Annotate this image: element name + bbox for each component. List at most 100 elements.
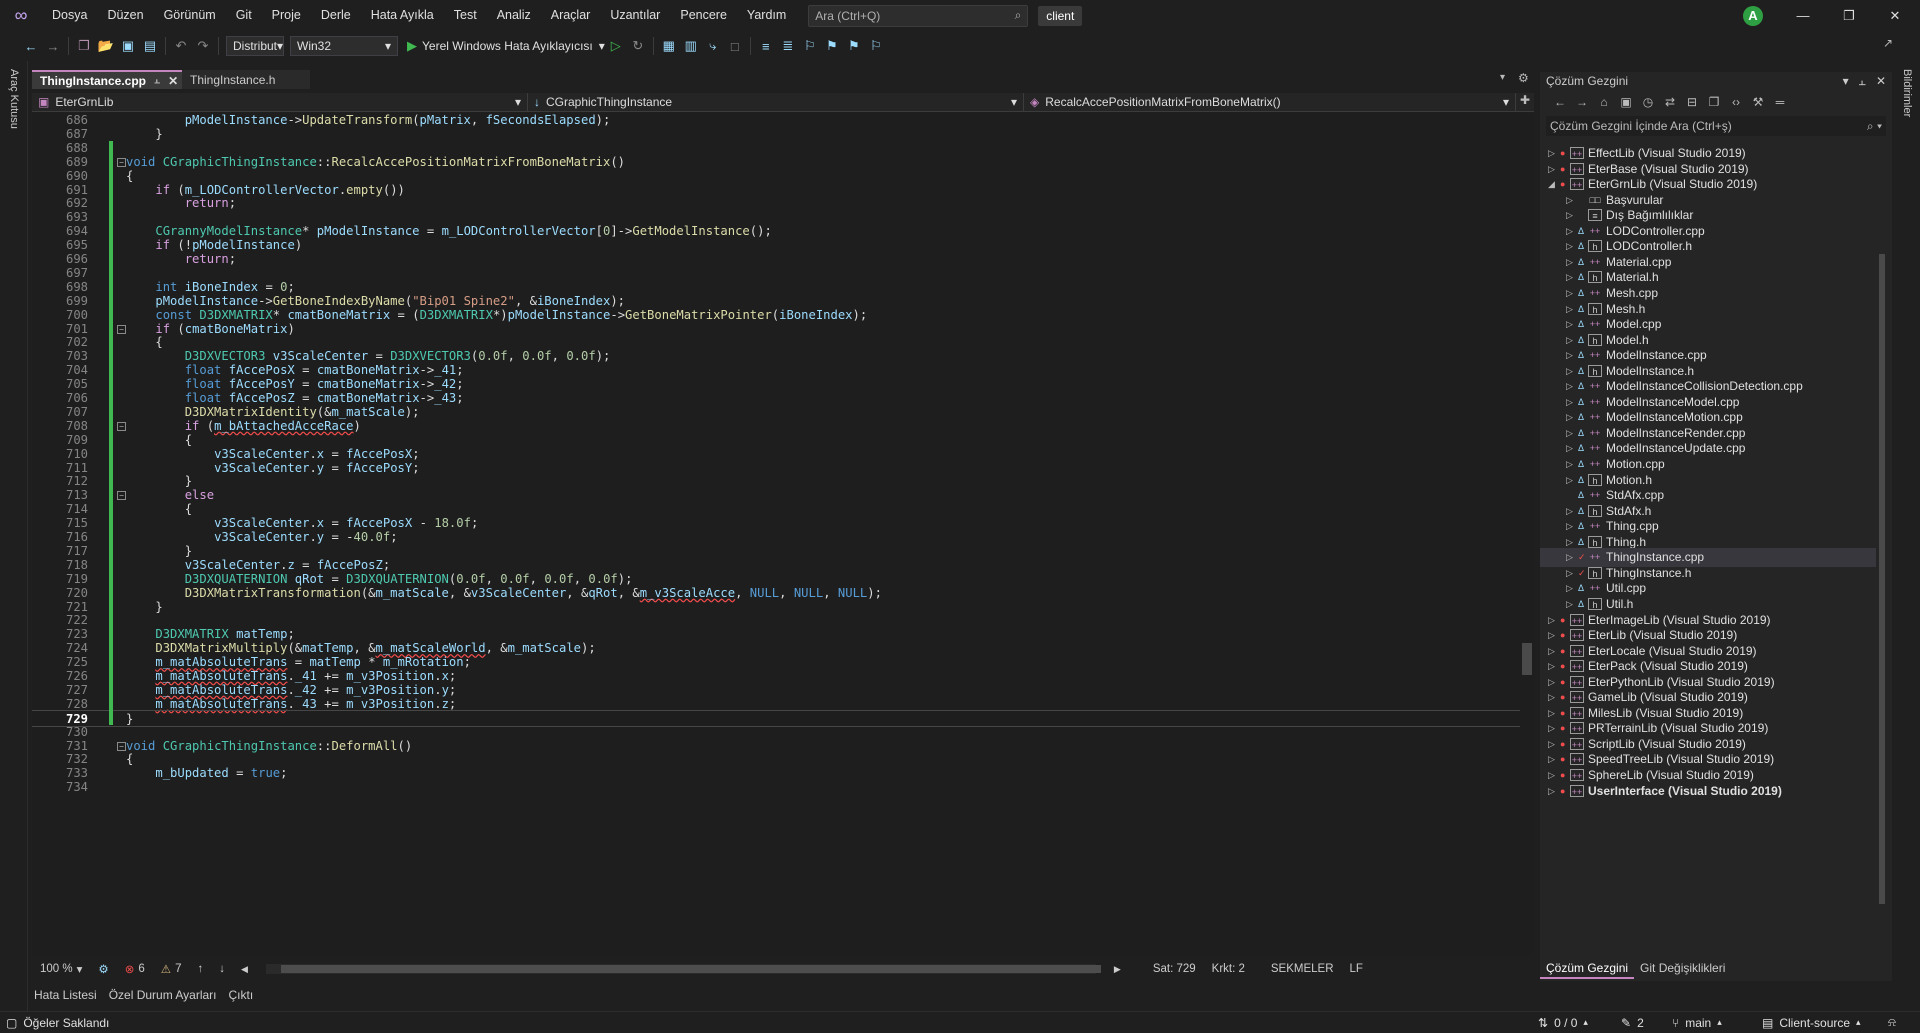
scope-dropdown[interactable]: ↓ CGraphicThingInstance ▾: [528, 93, 1024, 111]
search-input[interactable]: Ara (Ctrl+Q) ⌕: [808, 4, 1029, 27]
solution-scrollbar[interactable]: [1876, 144, 1888, 954]
menu-item[interactable]: Analiz: [487, 0, 541, 31]
properties-icon[interactable]: ⚒: [1748, 92, 1768, 112]
next-issue-icon[interactable]: ↓: [211, 963, 233, 975]
collapsed-arrow-icon[interactable]: ▷: [1548, 782, 1558, 801]
tab-git-changes[interactable]: Git Değişiklikleri: [1634, 957, 1731, 979]
menu-item[interactable]: Yardım: [737, 0, 796, 31]
member-dropdown[interactable]: ◈ RecalcAccePositionMatrixFromBoneMatrix(…: [1024, 93, 1516, 111]
settings-icon[interactable]: ⚙: [1518, 71, 1529, 85]
menu-item[interactable]: Görünüm: [154, 0, 226, 31]
home-icon[interactable]: ⌂: [1594, 92, 1614, 112]
tab-thinginstance-h[interactable]: ThingInstance.h: [182, 70, 310, 89]
new-project-icon[interactable]: ❐: [73, 35, 95, 57]
toolbox-label[interactable]: Araç Kutusu: [8, 69, 20, 129]
undo-icon[interactable]: ↶: [170, 35, 192, 57]
code-line[interactable]: 734: [32, 779, 1522, 796]
fold-toggle-icon[interactable]: −: [117, 421, 126, 431]
menu-item[interactable]: Derle: [311, 0, 361, 31]
back-icon[interactable]: ←: [20, 35, 42, 57]
notifications-bell-icon[interactable]: ⍾: [1888, 1015, 1896, 1030]
menu-item[interactable]: Araçlar: [541, 0, 601, 31]
save-all-icon[interactable]: ▤: [139, 35, 161, 57]
hot-reload-icon[interactable]: ↻: [627, 35, 649, 57]
branch-indicator[interactable]: ⑂ main ▴: [1672, 1016, 1722, 1030]
fold-toggle-icon[interactable]: −: [117, 157, 126, 167]
scrollbar-thumb[interactable]: [280, 965, 1101, 973]
eol-indicator[interactable]: LF: [1342, 963, 1371, 975]
menu-item[interactable]: Test: [444, 0, 487, 31]
warning-count[interactable]: ⚠ 7: [153, 962, 190, 976]
code-health-icon[interactable]: ⚙: [90, 962, 116, 976]
scrollbar-thumb[interactable]: [1522, 643, 1532, 675]
visual-studio-logo-icon[interactable]: ∞: [0, 0, 42, 31]
show-all-files-icon[interactable]: ❐: [1704, 92, 1724, 112]
menu-item[interactable]: Düzen: [97, 0, 153, 31]
fold-toggle-icon[interactable]: −: [117, 324, 126, 334]
clear-bookmarks-icon[interactable]: ⚐: [865, 35, 887, 57]
menu-item[interactable]: Pencere: [670, 0, 737, 31]
step-icon[interactable]: ⤷: [702, 35, 724, 57]
uncomment-icon[interactable]: ≣: [777, 35, 799, 57]
back-icon[interactable]: ←: [1550, 92, 1570, 112]
project-dropdown[interactable]: ▣ EterGrnLib ▾: [32, 93, 528, 111]
fold-toggle-icon[interactable]: −: [117, 741, 126, 751]
configuration-select[interactable]: Distribut ▾: [226, 36, 284, 56]
close-icon[interactable]: ✕: [1876, 74, 1886, 89]
sync-icon[interactable]: ⇄: [1660, 92, 1680, 112]
bookmark-icon[interactable]: ⚐: [799, 35, 821, 57]
project-node[interactable]: ▷ ● ++ UserInterface (Visual Studio 2019): [1540, 782, 1876, 801]
line-indicator[interactable]: Sat: 729: [1145, 963, 1204, 975]
sync-indicator[interactable]: ⇅ 0 / 0 ▴: [1538, 1016, 1588, 1030]
editor-horizontal-scrollbar[interactable]: [265, 964, 1101, 974]
tab-exception-settings[interactable]: Özel Durum Ayarları: [103, 985, 223, 1005]
layout-icon[interactable]: ▥: [680, 35, 702, 57]
repo-indicator[interactable]: ▤ Client-source ▴: [1762, 1016, 1861, 1030]
panel-options-icon[interactable]: ▾: [1843, 74, 1849, 89]
code-view-icon[interactable]: ‹›: [1726, 92, 1746, 112]
switch-views-icon[interactable]: ▣: [1616, 92, 1636, 112]
solution-search-input[interactable]: Çözüm Gezgini İçinde Ara (Ctrl+ş) ⌕ ▾: [1546, 116, 1886, 136]
preview-icon[interactable]: ═: [1770, 92, 1790, 112]
notifications-label[interactable]: Bildirimler: [1901, 69, 1913, 117]
minimize-icon[interactable]: —: [1780, 0, 1826, 31]
step-over-icon[interactable]: □: [724, 35, 746, 57]
tab-error-list[interactable]: Hata Listesi: [28, 985, 103, 1005]
collapse-all-icon[interactable]: ⊟: [1682, 92, 1702, 112]
menu-item[interactable]: Proje: [262, 0, 311, 31]
start-debugging-button[interactable]: ▶ Yerel Windows Hata Ayıklayıcısı ▾: [407, 38, 605, 54]
zoom-select[interactable]: 100 % ▾: [32, 962, 90, 976]
pending-changes-icon[interactable]: ◷: [1638, 92, 1658, 112]
menu-item[interactable]: Dosya: [42, 0, 97, 31]
solution-name-badge[interactable]: client: [1038, 5, 1083, 26]
menu-item[interactable]: Git: [226, 0, 262, 31]
error-count[interactable]: ⊗ 6: [117, 962, 153, 976]
close-tab-icon[interactable]: ✕: [168, 74, 178, 88]
prev-bookmark-icon[interactable]: ⚑: [821, 35, 843, 57]
indent-indicator[interactable]: SEKMELER: [1263, 963, 1342, 975]
editor-vertical-scrollbar[interactable]: [1520, 113, 1534, 955]
next-bookmark-icon[interactable]: ⚑: [843, 35, 865, 57]
forward-icon[interactable]: →: [1572, 92, 1592, 112]
pin-icon[interactable]: ⫠: [154, 75, 160, 86]
fold-toggle-icon[interactable]: −: [117, 491, 126, 501]
account-avatar[interactable]: A: [1743, 6, 1763, 26]
restore-icon[interactable]: ❐: [1826, 0, 1872, 31]
tab-list-dropdown-icon[interactable]: ▾: [1500, 72, 1505, 83]
edits-indicator[interactable]: ✎ 2: [1621, 1016, 1644, 1030]
menu-item[interactable]: Uzantılar: [600, 0, 670, 31]
menu-item[interactable]: Hata Ayıkla: [361, 0, 444, 31]
close-icon[interactable]: ✕: [1872, 0, 1918, 31]
redo-icon[interactable]: ↷: [192, 35, 214, 57]
scroll-right-icon[interactable]: ▶: [1106, 964, 1129, 975]
pin-icon[interactable]: ⫠: [1859, 74, 1866, 89]
split-icon[interactable]: ✚: [1516, 93, 1534, 111]
code-editor[interactable]: 686 pModelInstance->UpdateTransform(pMat…: [32, 113, 1522, 955]
live-share-icon[interactable]: ↗: [1883, 36, 1893, 50]
open-file-icon[interactable]: 📂: [95, 35, 117, 57]
scrollbar-thumb[interactable]: [1879, 254, 1885, 904]
comment-icon[interactable]: ≡: [755, 35, 777, 57]
tab-solution-explorer[interactable]: Çözüm Gezgini: [1540, 957, 1635, 979]
tab-output[interactable]: Çıktı: [223, 985, 260, 1005]
platform-select[interactable]: Win32 ▾: [290, 36, 398, 56]
